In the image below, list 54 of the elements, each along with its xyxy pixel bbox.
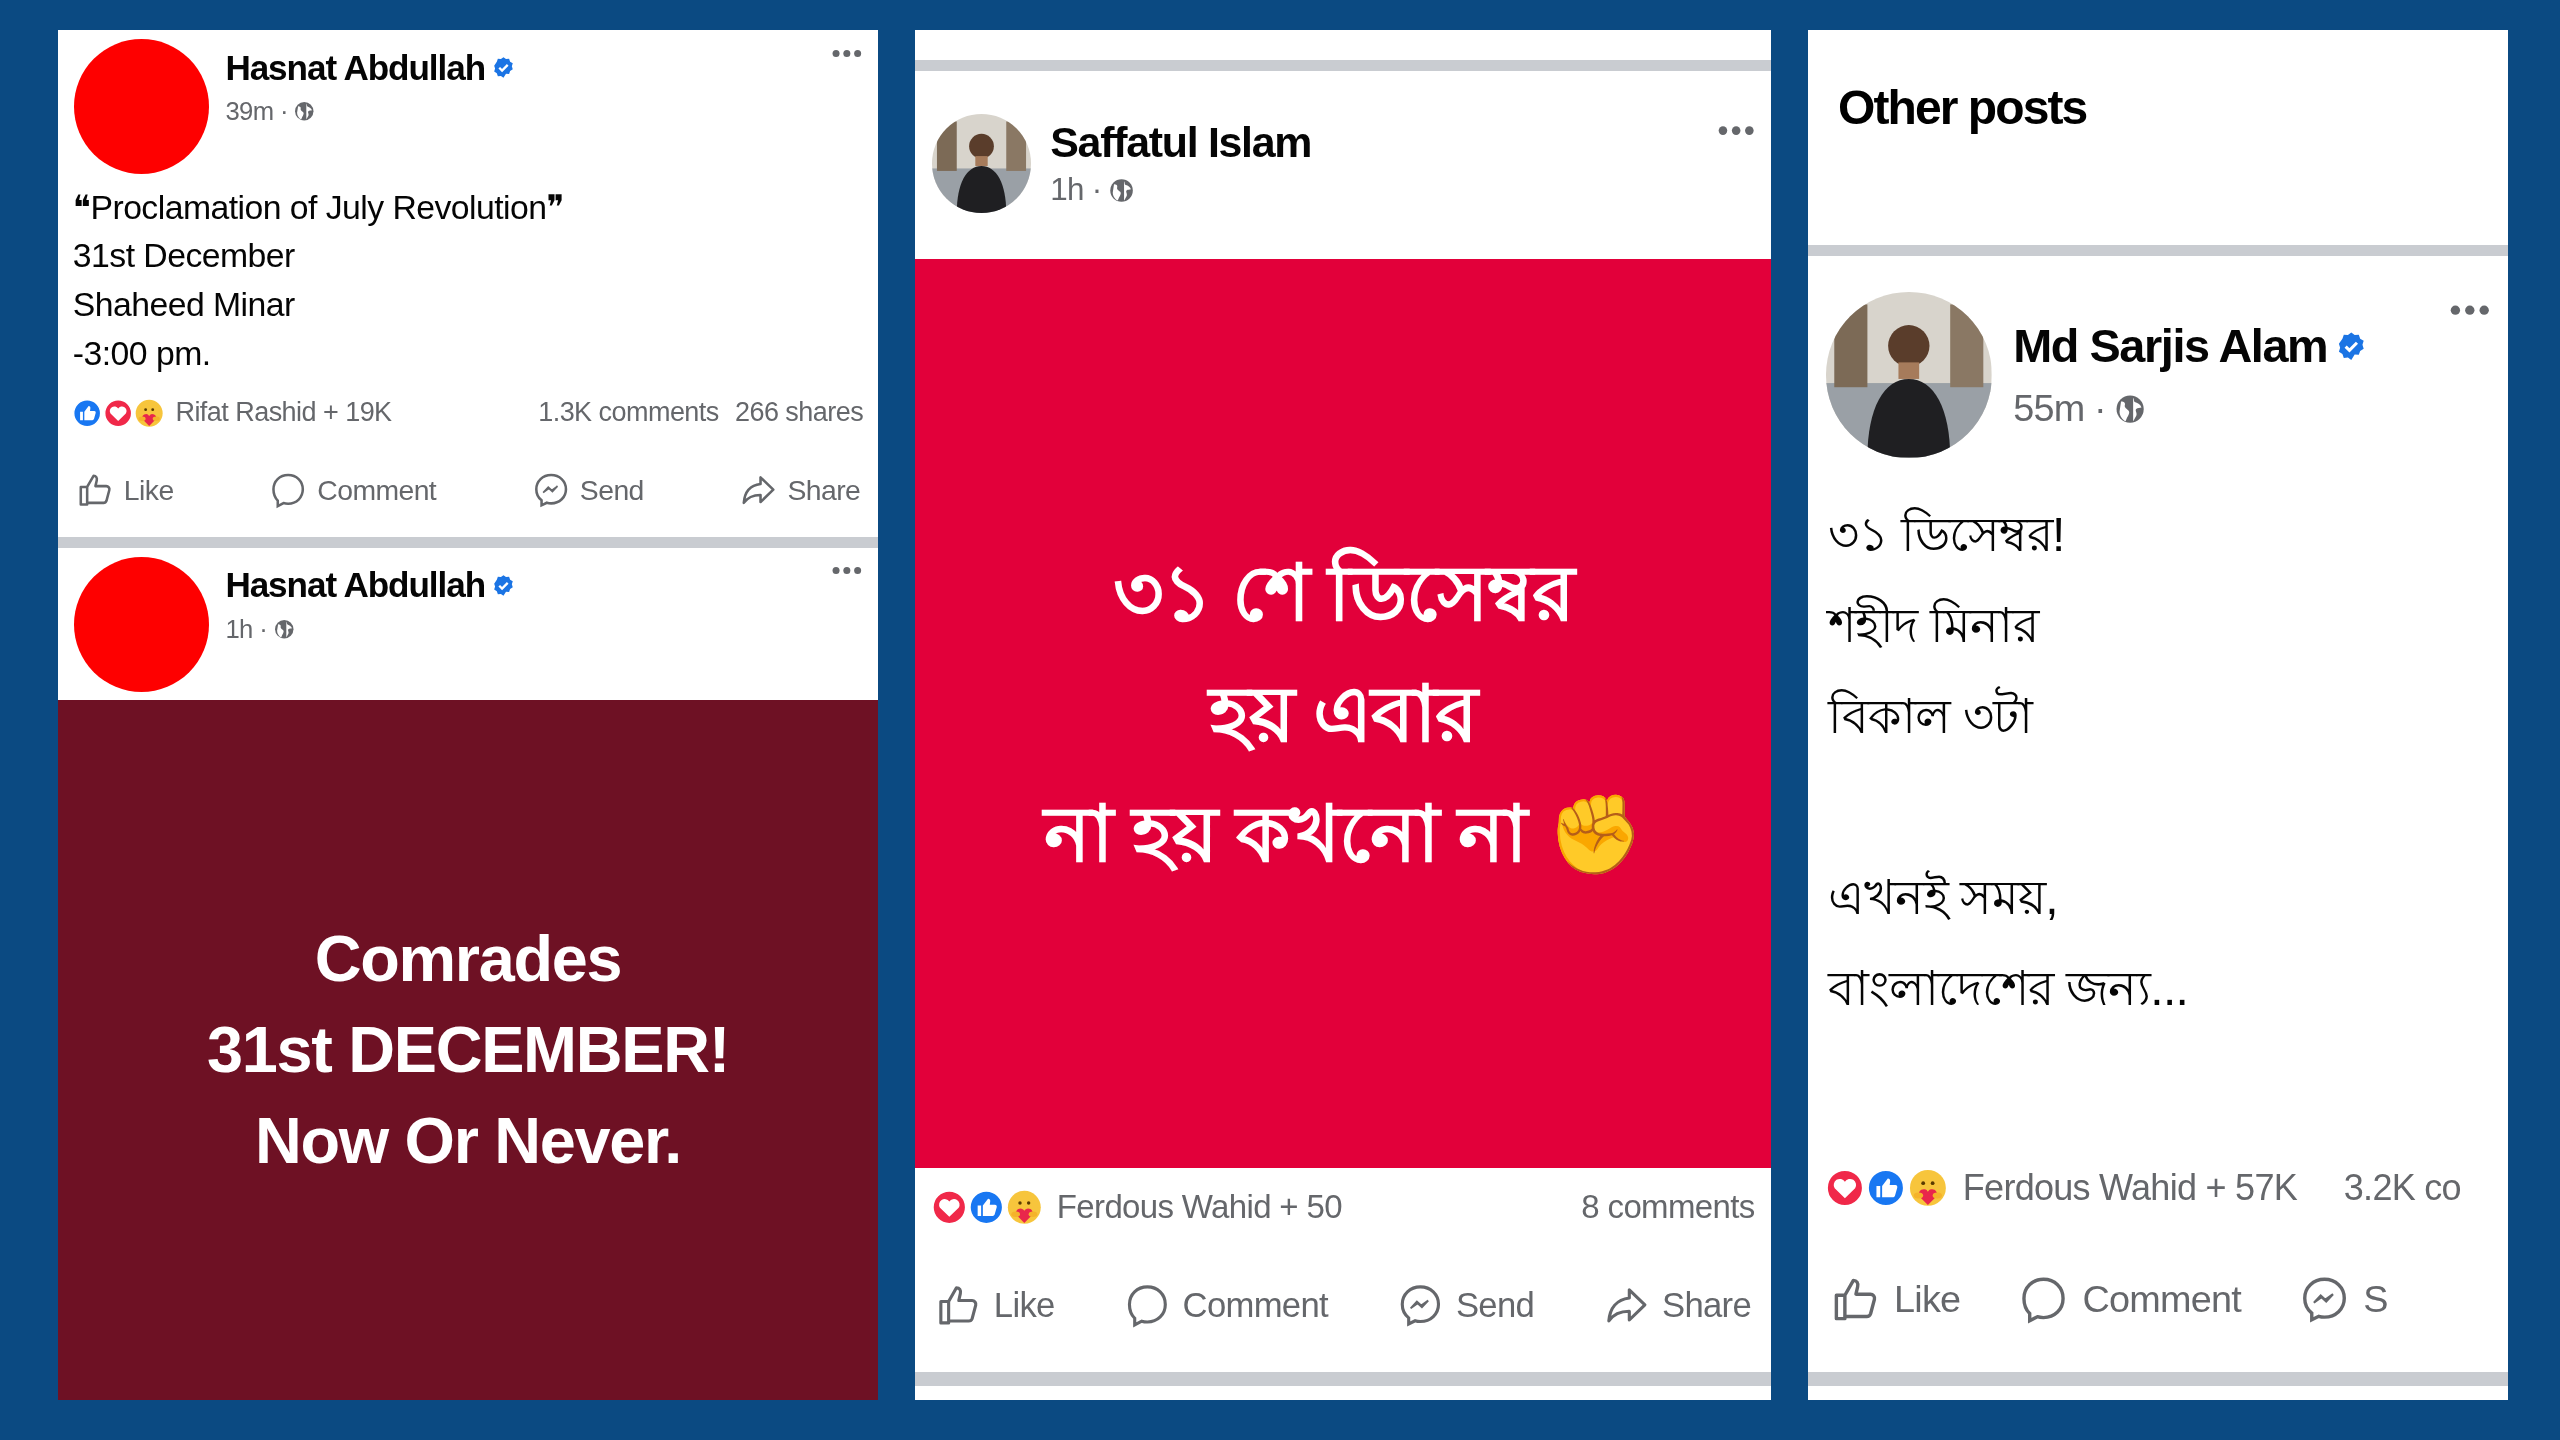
send-button[interactable]: S: [2295, 1270, 2392, 1329]
like-button[interactable]: Like: [1826, 1270, 1965, 1329]
comment-button[interactable]: Comment: [2014, 1270, 2245, 1329]
like-reaction-icon: [1867, 1169, 1906, 1207]
post-time: 1h: [225, 614, 253, 644]
author-name[interactable]: Saffatul Islam: [1050, 118, 1312, 168]
image-post-card[interactable]: ৩১ শে ডিসেম্বর হয় এবার না হয় কখনো না ✊: [915, 259, 1771, 1169]
like-button[interactable]: Like: [931, 1278, 1059, 1333]
comment-count[interactable]: 3.2K co: [2343, 1167, 2461, 1210]
post-time: 1h: [1050, 172, 1084, 209]
author-name[interactable]: Hasnat Abdullah: [225, 47, 486, 88]
globe-icon: [2115, 393, 2146, 425]
hug-reaction-icon: [1007, 1189, 1042, 1225]
comment-button[interactable]: Comment: [1120, 1278, 1332, 1333]
author-name[interactable]: Hasnat Abdullah: [225, 565, 486, 606]
more-options-icon[interactable]: [832, 565, 862, 577]
hug-reaction-icon: [134, 398, 164, 427]
send-button[interactable]: Send: [1393, 1278, 1538, 1333]
like-button[interactable]: Like: [72, 468, 177, 513]
reactions-summary[interactable]: Rifat Rashid + 19K: [175, 397, 531, 429]
like-reaction-icon: [72, 398, 102, 427]
section-heading: Other posts: [1837, 80, 2088, 136]
author-name[interactable]: Md Sarjis Alam: [2013, 319, 2328, 374]
more-options-icon[interactable]: [1718, 123, 1755, 137]
post-text: ❝Proclamation of July Revolution❞ 31st December Shaheed Minar -3:00 pm.: [72, 186, 566, 375]
heart-reaction-icon: [103, 398, 133, 427]
globe-icon: [1109, 177, 1135, 203]
globe-icon: [273, 619, 295, 640]
reactions-summary[interactable]: Ferdous Wahid + 57K: [1962, 1167, 2297, 1210]
image-caption: ৩১ শে ডিসেম্বর হয় এবার না হয় কখনো না ✊: [1043, 533, 1643, 894]
heart-reaction-icon: [931, 1189, 967, 1225]
post-text: ৩১ ডিসেম্বর! শহীদ মিনার বিকাল ৩টা: [1827, 506, 2066, 745]
post-time: 39m: [225, 96, 274, 126]
heart-reaction-icon: [1826, 1169, 1864, 1207]
more-options-icon[interactable]: [832, 47, 862, 59]
globe-icon: [294, 101, 315, 122]
reactions-summary[interactable]: Ferdous Wahid + 50: [1056, 1187, 1572, 1226]
post-text: এখনই সময়, বাংলাদেশের জন্য...: [1827, 869, 2190, 1017]
separator-dot: ·: [1091, 172, 1102, 209]
like-reaction-icon: [969, 1189, 1005, 1225]
share-button[interactable]: Share: [736, 468, 864, 513]
comment-button[interactable]: Comment: [266, 468, 439, 513]
separator-dot: ·: [259, 614, 268, 644]
separator-dot: ·: [2094, 387, 2106, 431]
image-caption: Comrades 31st DECEMBER! Now Or Never.: [207, 921, 729, 1179]
comment-count[interactable]: 1.3K comments: [538, 397, 719, 429]
image-post-card[interactable]: Comrades 31st DECEMBER! Now Or Never.: [58, 700, 878, 1400]
post-time: 55m: [2013, 387, 2085, 431]
comment-count[interactable]: 8 comments: [1581, 1187, 1755, 1226]
share-button[interactable]: Share: [1599, 1278, 1755, 1333]
send-button[interactable]: Send: [528, 468, 647, 513]
separator-dot: ·: [280, 96, 289, 126]
share-count[interactable]: 266 shares: [734, 397, 864, 429]
hug-reaction-icon: [1908, 1169, 1947, 1207]
